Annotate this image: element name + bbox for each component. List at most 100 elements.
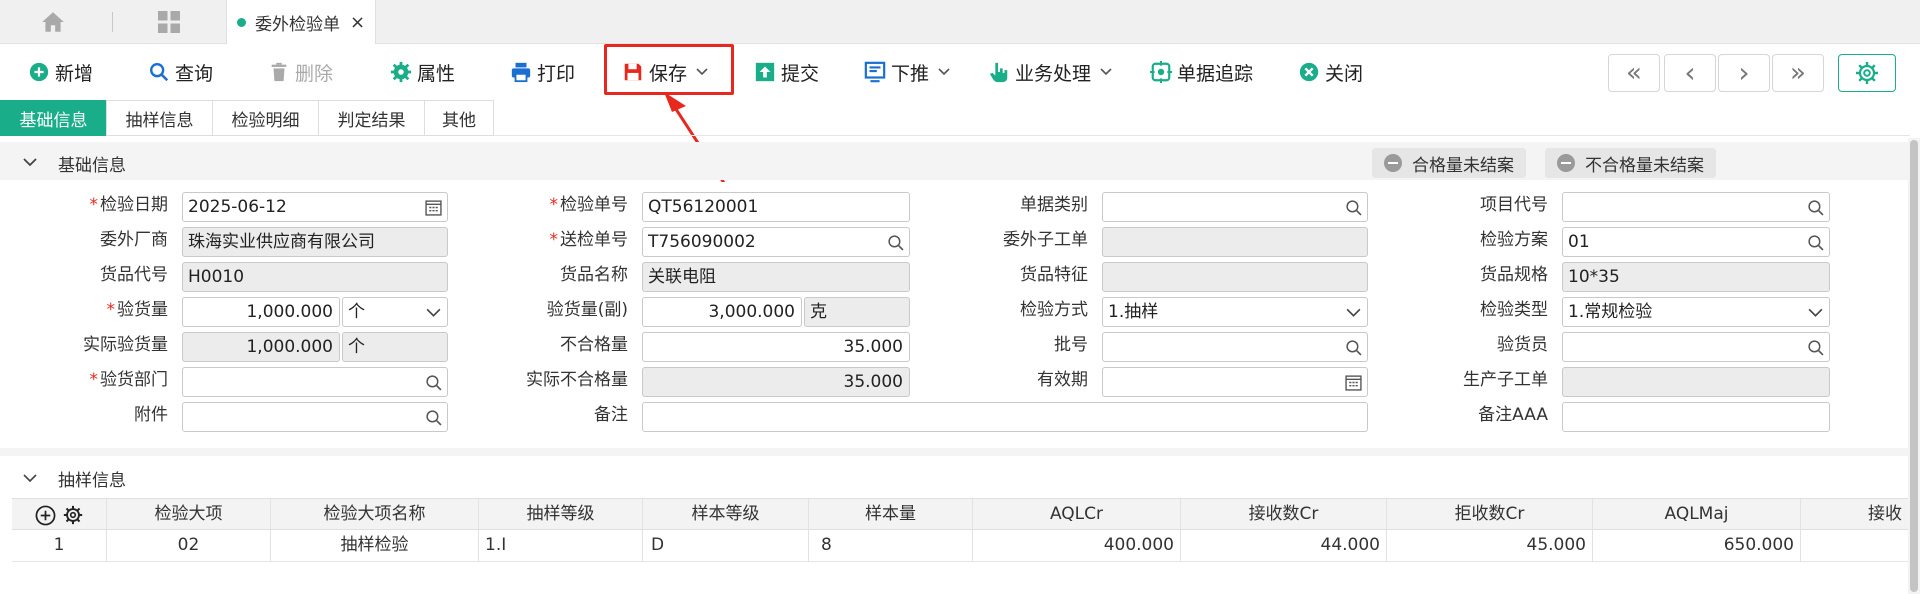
column-header[interactable]: AQLCr — [973, 499, 1181, 531]
search-icon[interactable] — [425, 374, 442, 391]
column-header[interactable]: 拒收数Cr — [1387, 499, 1593, 531]
table-cell[interactable]: D — [643, 530, 809, 562]
search-icon[interactable] — [887, 234, 904, 251]
inspector-input[interactable] — [1562, 332, 1830, 362]
spec-input[interactable]: 10*35 — [1562, 262, 1830, 292]
chevron-down-icon[interactable] — [22, 154, 38, 170]
table-row[interactable]: 1 02 抽样检验 1.I D 8 400.000 44.000 45.000 … — [12, 530, 1910, 562]
add-row-icon[interactable] — [35, 505, 56, 526]
tab-basic-info[interactable]: 基础信息 — [0, 100, 106, 136]
print-button[interactable]: 打印 — [510, 54, 575, 90]
inspect-qty-input[interactable]: 1,000.000 — [182, 297, 340, 327]
push-down-button[interactable]: 下推 — [864, 54, 951, 90]
properties-button[interactable]: 属性 — [390, 54, 455, 90]
tab-inspection-detail[interactable]: 检验明细 — [212, 100, 318, 136]
table-cell[interactable]: 1.I — [479, 530, 643, 562]
minus-circle-icon — [1384, 154, 1402, 172]
inspect-type-select[interactable]: 1.常规检验 — [1562, 297, 1830, 327]
query-button[interactable]: 查询 — [148, 54, 213, 90]
save-button[interactable]: 保存 — [622, 54, 709, 90]
chevron-down-icon[interactable] — [1099, 65, 1113, 79]
table-cell[interactable]: 44.000 — [1181, 530, 1387, 562]
search-icon[interactable] — [1807, 199, 1824, 216]
scheme-input[interactable]: 01 — [1562, 227, 1830, 257]
inspect-no-input[interactable]: QT56120001 — [642, 192, 910, 222]
delete-button[interactable]: 删除 — [268, 54, 333, 90]
scrollbar-thumb[interactable] — [1910, 140, 1918, 592]
sub-order-input[interactable] — [1102, 227, 1368, 257]
remark-aaa-input[interactable] — [1562, 402, 1830, 432]
business-process-button[interactable]: 业务处理 — [988, 54, 1113, 90]
search-icon[interactable] — [1807, 234, 1824, 251]
item-feature-input[interactable] — [1102, 262, 1368, 292]
inspect-date-input[interactable]: 2025-06-12 — [182, 192, 448, 222]
nav-first-button[interactable]: « — [1608, 54, 1660, 92]
nav-last-button[interactable]: » — [1772, 54, 1824, 92]
table-cell[interactable]: 650.000 — [1593, 530, 1801, 562]
item-code-input[interactable]: H0010 — [182, 262, 448, 292]
calendar-icon[interactable] — [425, 199, 442, 216]
trace-button[interactable]: 单据追踪 — [1150, 54, 1253, 90]
actual-ng-qty-input[interactable]: 35.000 — [642, 367, 910, 397]
nav-next-button[interactable]: › — [1718, 54, 1770, 92]
method-select[interactable]: 1.抽样 — [1102, 297, 1368, 327]
prod-order-input[interactable] — [1562, 367, 1830, 397]
new-button[interactable]: 新增 — [28, 54, 93, 90]
close-icon[interactable]: × — [350, 12, 365, 33]
calendar-icon[interactable] — [1345, 374, 1362, 391]
chevron-down-icon[interactable] — [695, 65, 709, 79]
actual-qty-unit[interactable]: 个 — [342, 332, 448, 362]
project-input[interactable] — [1562, 192, 1830, 222]
dept-input[interactable] — [182, 367, 448, 397]
attachment-input[interactable] — [182, 402, 448, 432]
gear-icon[interactable] — [62, 504, 84, 526]
supplier-input[interactable]: 珠海实业供应商有限公司 — [182, 227, 448, 257]
table-cell[interactable]: 8 — [809, 530, 973, 562]
close-button[interactable]: 关闭 — [1298, 54, 1363, 90]
expiry-input[interactable] — [1102, 367, 1368, 397]
grid-icon[interactable] — [157, 10, 181, 34]
inspect-qty2-input[interactable]: 3,000.000 — [642, 297, 802, 327]
send-no-input[interactable]: T756090002 — [642, 227, 910, 257]
column-header[interactable]: 接收 — [1801, 499, 1910, 531]
table-cell[interactable] — [1801, 530, 1910, 562]
home-icon[interactable] — [40, 9, 66, 35]
table-cell[interactable]: 45.000 — [1387, 530, 1593, 562]
settings-button[interactable] — [1838, 54, 1896, 92]
remark-input[interactable] — [642, 402, 1368, 432]
search-icon[interactable] — [425, 409, 442, 426]
doc-type-input[interactable] — [1102, 192, 1368, 222]
actual-qty-input[interactable]: 1,000.000 — [182, 332, 340, 362]
column-header[interactable]: AQLMaj — [1593, 499, 1801, 531]
chevron-down-icon[interactable] — [937, 65, 951, 79]
vertical-scrollbar[interactable] — [1908, 138, 1920, 594]
item-name-input[interactable]: 关联电阻 — [642, 262, 910, 292]
search-icon[interactable] — [1345, 339, 1362, 356]
column-header[interactable]: 检验大项名称 — [271, 499, 479, 531]
tab-other[interactable]: 其他 — [424, 100, 494, 136]
inspect-qty2-unit[interactable]: 克 — [804, 297, 910, 327]
column-header[interactable]: 抽样等级 — [479, 499, 643, 531]
batch-input[interactable] — [1102, 332, 1368, 362]
upload-icon — [755, 62, 775, 82]
column-header[interactable]: 检验大项 — [107, 499, 271, 531]
search-icon[interactable] — [1807, 339, 1824, 356]
chevron-down-icon[interactable] — [22, 470, 38, 486]
inspect-qty-unit-select[interactable]: 个 — [342, 297, 448, 327]
tab-inspection-order[interactable]: 委外检验单 × — [226, 0, 376, 45]
search-icon[interactable] — [1345, 199, 1362, 216]
column-header[interactable]: 样本量 — [809, 499, 973, 531]
tab-sampling-info[interactable]: 抽样信息 — [106, 100, 212, 136]
unqualified-open-button[interactable]: 不合格量未结案 — [1545, 148, 1716, 178]
column-header[interactable]: 接收数Cr — [1181, 499, 1387, 531]
table-cell[interactable]: 02 — [107, 530, 271, 562]
submit-button[interactable]: 提交 — [754, 54, 819, 90]
field-label: * 验货部门 — [89, 370, 169, 390]
nav-prev-button[interactable]: ‹ — [1664, 54, 1716, 92]
tab-judgement[interactable]: 判定结果 — [318, 100, 424, 136]
table-cell[interactable]: 抽样检验 — [271, 530, 479, 562]
table-cell[interactable]: 400.000 — [973, 530, 1181, 562]
ng-qty-input[interactable]: 35.000 — [642, 332, 910, 362]
column-header[interactable]: 样本等级 — [643, 499, 809, 531]
qualified-open-button[interactable]: 合格量未结案 — [1372, 148, 1526, 178]
